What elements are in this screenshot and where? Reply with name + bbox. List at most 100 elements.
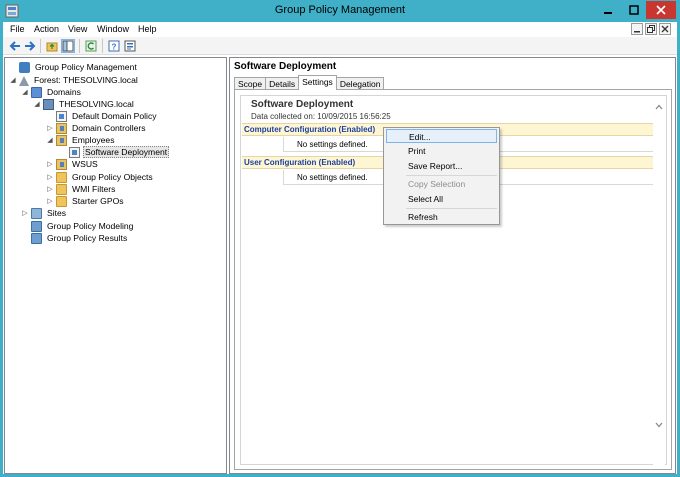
expand-arrow-icon[interactable]: ▷	[46, 173, 54, 181]
client-area: File Action View Window Help ? Group Pol…	[3, 22, 677, 474]
tab-settings[interactable]: Settings	[298, 75, 337, 90]
scroll-down-icon[interactable]	[653, 419, 665, 431]
expand-arrow-icon[interactable]: ▷	[46, 197, 54, 205]
refresh-icon	[85, 40, 97, 52]
menu-view[interactable]: View	[68, 24, 87, 34]
tree-item-sites[interactable]: ▷ Sites	[21, 207, 68, 219]
tree-label: Starter GPOs	[72, 196, 124, 206]
properties-button[interactable]	[123, 39, 137, 53]
window-title: Group Policy Management	[274, 4, 406, 16]
tree-item-root[interactable]: Group Policy Management	[9, 61, 139, 73]
tree-label: THESOLVING.local	[59, 99, 134, 109]
forward-button[interactable]	[23, 39, 37, 53]
menu-item-label: Edit...	[409, 132, 431, 142]
menu-action[interactable]: Action	[34, 24, 59, 34]
tree-item-starter-gpos[interactable]: ▷ Starter GPOs	[46, 195, 126, 207]
tree-label: Software Deployment	[83, 146, 170, 158]
mdi-close-button[interactable]	[659, 23, 671, 35]
menu-bar: File Action View Window Help	[3, 22, 677, 36]
domain-icon	[43, 98, 54, 110]
close-icon	[661, 25, 669, 33]
tree-item-default-domain-policy[interactable]: Default Domain Policy	[46, 110, 159, 122]
close-button[interactable]	[646, 1, 676, 19]
up-folder-icon	[46, 42, 58, 52]
back-button[interactable]	[8, 39, 22, 53]
help-button[interactable]: ?	[107, 39, 121, 53]
toolbar: ?	[3, 37, 677, 55]
expand-arrow-icon[interactable]: ▷	[21, 209, 29, 217]
mdi-minimize-button[interactable]	[631, 23, 643, 35]
tree-item-domains[interactable]: ◢ Domains	[21, 86, 83, 98]
tree-label: WMI Filters	[72, 184, 116, 194]
expand-arrow-icon[interactable]: ▷	[46, 124, 54, 132]
console-tree[interactable]: Group Policy Management ◢ Forest: THESOL…	[4, 57, 227, 474]
collapse-arrow-icon[interactable]: ◢	[46, 136, 54, 144]
folder-icon	[56, 195, 67, 207]
menu-separator	[406, 175, 497, 176]
toolbar-separator	[40, 39, 41, 53]
tree-item-results[interactable]: Group Policy Results	[21, 232, 129, 244]
minimize-icon	[634, 31, 640, 33]
modeling-icon	[31, 220, 42, 232]
tree-label: Group Policy Objects	[72, 172, 153, 182]
tree-item-domain[interactable]: ◢ THESOLVING.local	[33, 98, 136, 110]
ou-icon	[56, 158, 67, 170]
minimize-button[interactable]	[596, 1, 620, 19]
menu-help[interactable]: Help	[138, 24, 157, 34]
svg-text:?: ?	[112, 43, 117, 52]
scroll-up-icon[interactable]	[653, 101, 665, 113]
tree-item-forest[interactable]: ◢ Forest: THESOLVING.local	[9, 74, 140, 86]
gpo-link-icon	[56, 110, 67, 122]
collapse-arrow-icon[interactable]: ◢	[33, 100, 41, 108]
tree-item-group-policy-objects[interactable]: ▷ Group Policy Objects	[46, 171, 155, 183]
restore-icon	[647, 25, 655, 33]
menu-item-save-report[interactable]: Save Report...	[386, 159, 497, 173]
tree-item-wmi-filters[interactable]: ▷ WMI Filters	[46, 183, 117, 195]
forward-icon	[25, 41, 36, 51]
value-text: No settings defined.	[297, 140, 368, 149]
toolbar-separator	[102, 39, 103, 53]
maximize-icon	[629, 5, 639, 15]
menu-item-edit[interactable]: Edit...	[386, 129, 497, 143]
tree-label: Domains	[47, 87, 81, 97]
folder-icon	[56, 183, 67, 195]
tree-item-domain-controllers[interactable]: ▷ Domain Controllers	[46, 122, 148, 134]
tree-item-wsus[interactable]: ▷ WSUS	[46, 158, 100, 170]
domains-icon	[31, 86, 42, 98]
tree-item-modeling[interactable]: Group Policy Modeling	[21, 220, 135, 232]
menu-window[interactable]: Window	[97, 24, 129, 34]
up-folder-button[interactable]	[45, 39, 59, 53]
menu-item-label: Copy Selection	[408, 179, 466, 189]
app-window: Group Policy Management File Action View…	[0, 0, 680, 477]
show-hide-tree-button[interactable]	[61, 39, 75, 53]
tree-item-employees[interactable]: ◢ Employees	[46, 134, 117, 146]
expand-arrow-icon[interactable]: ▷	[46, 160, 54, 168]
tree-label: Group Policy Management	[35, 62, 137, 72]
menu-item-label: Refresh	[408, 212, 438, 222]
tree-label: Sites	[47, 208, 67, 218]
section-label: User Configuration (Enabled)	[244, 158, 356, 167]
refresh-button[interactable]	[84, 39, 98, 53]
collapse-arrow-icon[interactable]: ◢	[21, 88, 29, 96]
expand-arrow-icon[interactable]: ▷	[46, 185, 54, 193]
maximize-button[interactable]	[622, 1, 646, 19]
show-hide-tree-icon	[62, 40, 74, 52]
mdi-restore-button[interactable]	[645, 23, 657, 35]
mdi-controls	[631, 23, 671, 35]
collapse-arrow-icon[interactable]: ◢	[9, 76, 17, 84]
menu-file[interactable]: File	[10, 24, 25, 34]
menu-item-copy-selection: Copy Selection	[386, 177, 497, 191]
ou-icon	[56, 122, 67, 134]
help-icon: ?	[108, 40, 120, 52]
menu-item-label: Save Report...	[408, 161, 463, 171]
section-label: Computer Configuration (Enabled)	[244, 125, 376, 134]
tree-item-software-deployment[interactable]: Software Deployment	[59, 146, 170, 158]
menu-item-print[interactable]: Print	[386, 144, 497, 158]
report-scrollbar[interactable]	[653, 97, 665, 465]
menu-item-refresh[interactable]: Refresh	[386, 210, 497, 224]
tree-label: Group Policy Results	[47, 233, 128, 243]
title-bar[interactable]: Group Policy Management	[0, 0, 680, 22]
menu-item-select-all[interactable]: Select All	[386, 192, 497, 206]
